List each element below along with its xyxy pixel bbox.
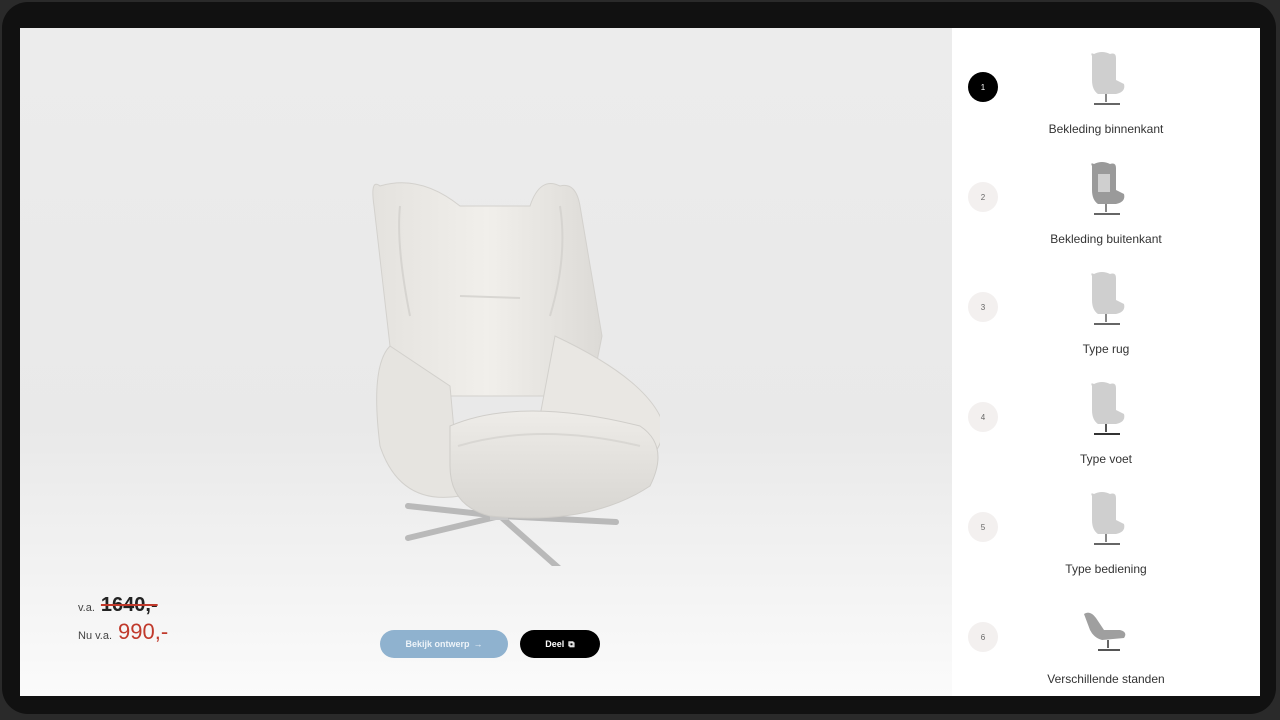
- step-number-badge: 5: [968, 512, 998, 542]
- step-label: Type rug: [1082, 342, 1130, 356]
- step-item-1[interactable]: 1 Bekleding binnenkant: [952, 50, 1260, 160]
- chair-model[interactable]: [340, 146, 663, 581]
- step-label: Bekleding binnenkant: [1048, 122, 1164, 136]
- step-label: Type voet: [1079, 452, 1133, 466]
- step-number-badge: 2: [968, 182, 998, 212]
- armchair-thumbnail-icon: [1091, 272, 1125, 325]
- view-design-label: Bekijk ontwerp: [405, 639, 470, 649]
- armchair-thumbnail-icon: [1091, 162, 1125, 215]
- arrow-right-icon: →: [473, 639, 483, 649]
- old-price-prefix: v.a.: [78, 602, 95, 614]
- price-block: v.a. 1640,- Nu v.a. 990,-: [78, 594, 168, 645]
- device-frame: v.a. 1640,- Nu v.a. 990,- Bekijk ontwerp…: [2, 2, 1276, 714]
- share-label: Deel: [545, 639, 565, 649]
- step-item-5[interactable]: 5 Type bediening: [952, 490, 1260, 600]
- armchair-thumbnail-icon: [1091, 492, 1125, 545]
- share-icon: ⧉: [568, 638, 575, 649]
- new-price: 990,-: [118, 619, 169, 644]
- configurator-screen: v.a. 1640,- Nu v.a. 990,- Bekijk ontwerp…: [20, 28, 1260, 696]
- step-label: Bekleding buitenkant: [1050, 232, 1162, 246]
- step-item-4[interactable]: 4 Type voet: [952, 380, 1260, 490]
- step-number-badge: 3: [968, 292, 998, 322]
- share-button[interactable]: Deel ⧉: [520, 630, 600, 658]
- step-label: Type bediening: [1065, 562, 1147, 576]
- step-item-6[interactable]: 6 Verschillende standen: [952, 600, 1260, 696]
- old-price: 1640,-: [100, 594, 158, 616]
- step-number-badge: 6: [968, 622, 998, 652]
- reclined-chair-icon: [1084, 612, 1126, 651]
- step-item-3[interactable]: 3 Type rug: [952, 270, 1260, 380]
- armchair-thumbnail-icon: [1091, 52, 1125, 105]
- step-number-badge: 4: [968, 402, 998, 432]
- step-sidebar: 1 Bekleding binnenkant 2 Bekleding buite…: [952, 28, 1260, 696]
- 3d-viewer[interactable]: v.a. 1640,- Nu v.a. 990,- Bekijk ontwerp…: [20, 28, 952, 696]
- step-item-2[interactable]: 2 Bekleding buitenkant: [952, 160, 1260, 270]
- armchair-thumbnail-icon: [1091, 382, 1125, 435]
- new-price-prefix: Nu v.a.: [78, 630, 113, 642]
- view-design-button[interactable]: Bekijk ontwerp →: [380, 630, 508, 658]
- step-label: Verschillende standen: [1047, 672, 1165, 686]
- step-number-badge: 1: [968, 72, 998, 102]
